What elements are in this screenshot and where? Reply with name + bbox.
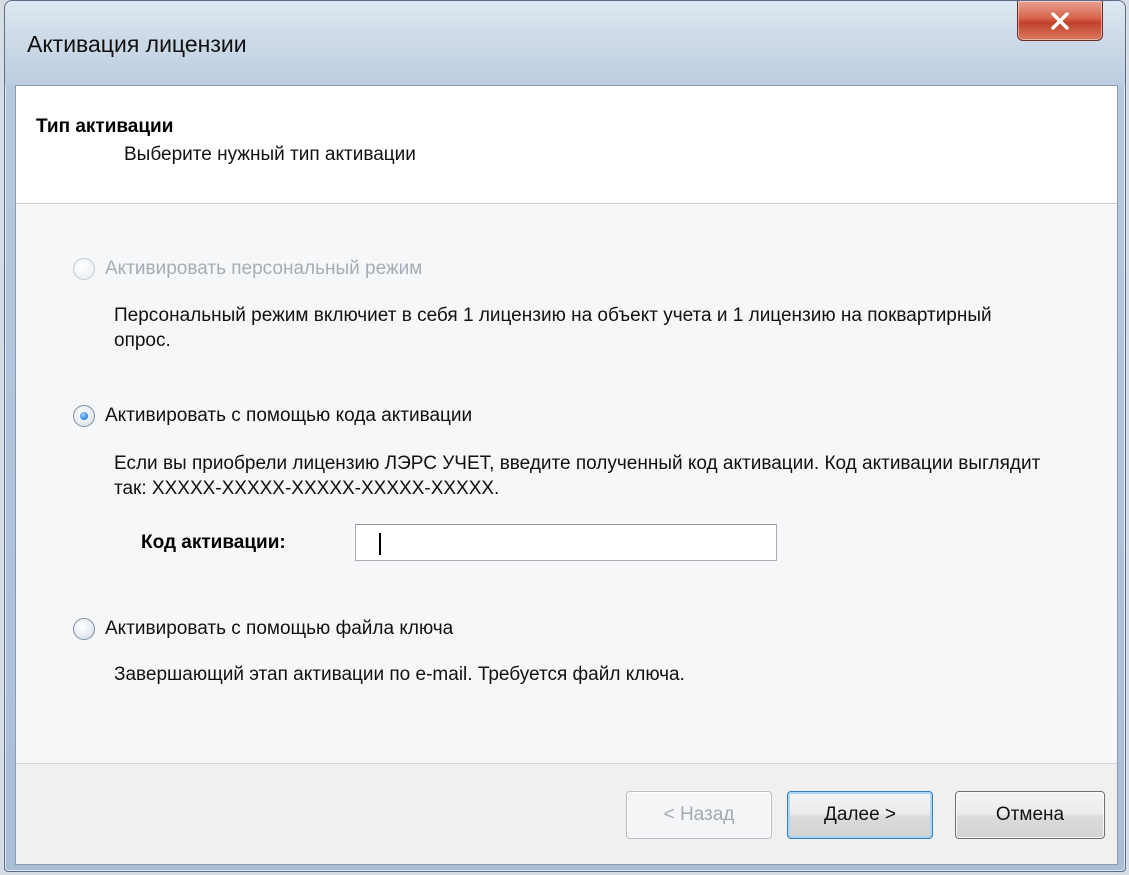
dialog-window: Активация лицензии Тип активации Выберит…	[4, 0, 1126, 872]
back-button[interactable]: < Назад	[626, 791, 772, 839]
next-button[interactable]: Далее >	[787, 791, 933, 839]
option-personal-mode-label: Активировать персональный режим	[105, 258, 423, 279]
close-icon	[1051, 11, 1069, 30]
cancel-button[interactable]: Отмена	[955, 791, 1105, 839]
option-activation-code-label[interactable]: Активировать с помощью кода активации	[105, 405, 472, 427]
option-personal-mode-description: Персональный режим включиет в себя 1 лиц…	[114, 305, 992, 351]
radio-personal-mode	[73, 258, 95, 280]
window-title: Активация лицензии	[27, 31, 247, 57]
page-title: Тип активации	[36, 116, 174, 137]
wizard-footer: < Назад Далее > Отмена	[16, 763, 1117, 864]
option-activation-code-description: Если вы приобрели лицензию ЛЭРС УЧЕТ, вв…	[114, 453, 1041, 499]
title-bar[interactable]: Активация лицензии	[5, 1, 1125, 85]
activation-code-row: Код активации:	[141, 524, 777, 561]
page-subtitle: Выберите нужный тип активации	[124, 144, 416, 165]
wizard-header: Тип активации Выберите нужный тип актива…	[16, 86, 1117, 204]
close-button[interactable]	[1017, 1, 1103, 41]
option-key-file[interactable]: Активировать с помощью файла ключа	[73, 618, 453, 640]
dialog-client-area: Тип активации Выберите нужный тип актива…	[15, 85, 1118, 865]
activation-code-label: Код активации:	[141, 531, 286, 553]
option-activation-code[interactable]: Активировать с помощью кода активации	[73, 405, 472, 427]
radio-activation-code[interactable]	[73, 405, 95, 427]
option-key-file-description: Завершающий этап активации по e-mail. Тр…	[114, 664, 685, 685]
activation-code-input[interactable]	[355, 524, 777, 561]
option-personal-mode: Активировать персональный режим	[73, 258, 422, 280]
option-key-file-label[interactable]: Активировать с помощью файла ключа	[105, 618, 453, 640]
wizard-body: Активировать персональный режим Персонал…	[16, 205, 1117, 763]
text-caret	[379, 533, 381, 555]
radio-key-file[interactable]	[73, 618, 95, 640]
